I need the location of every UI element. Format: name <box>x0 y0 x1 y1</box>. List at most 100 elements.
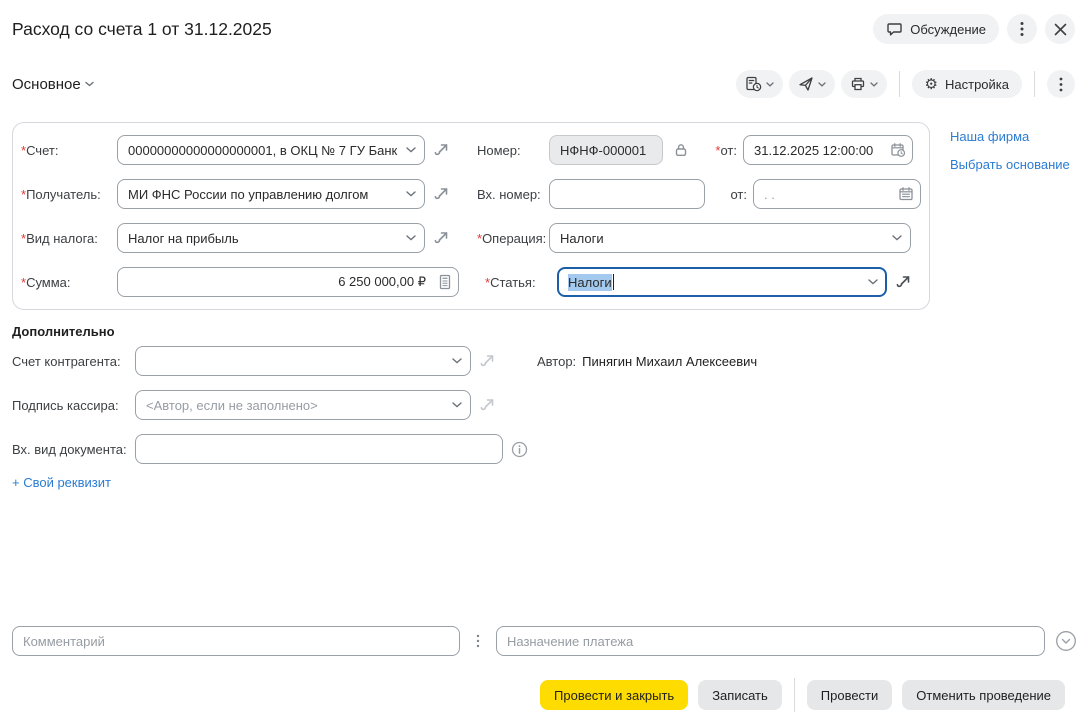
chevron-down-icon[interactable] <box>868 279 878 285</box>
account-combo <box>117 135 425 165</box>
title-bar: Расход со счета 1 от 31.12.2025 Обсужден… <box>0 0 1089 44</box>
chevron-down-icon[interactable] <box>406 147 416 153</box>
custom-field-row: + Свой реквизит <box>12 475 1089 490</box>
open-account-icon[interactable] <box>433 142 451 158</box>
amount-input[interactable] <box>117 267 459 297</box>
comment-input[interactable] <box>12 626 460 656</box>
payment-purpose-input[interactable] <box>496 626 1045 656</box>
article-combo: Налоги <box>557 267 887 297</box>
incoming-number-input[interactable] <box>549 179 705 209</box>
title-bar-actions: Обсуждение <box>873 14 1075 44</box>
counterparty-account-input[interactable] <box>135 346 471 376</box>
calculator-icon[interactable] <box>438 274 452 290</box>
undo-posting-button[interactable]: Отменить проведение <box>902 680 1065 710</box>
chevron-down-icon <box>766 82 774 87</box>
chevron-down-icon[interactable] <box>452 358 462 364</box>
payment-purpose-combo <box>496 626 1045 656</box>
counterparty-account-label: Счет контрагента: <box>12 354 135 369</box>
choose-basis-link[interactable]: Выбрать основание <box>950 157 1070 172</box>
form-row: *Вид налога: *Операция: <box>21 216 929 260</box>
open-counterparty-account-icon[interactable] <box>479 353 497 369</box>
additional-section: Дополнительно Счет контрагента: Автор: П… <box>0 324 1089 490</box>
calendar-clock-icon[interactable] <box>890 142 906 158</box>
expand-chevron-circle-icon[interactable] <box>1055 630 1077 652</box>
paper-plane-icon <box>798 76 814 92</box>
close-button[interactable] <box>1045 14 1075 44</box>
print-button[interactable] <box>841 70 887 98</box>
author-label: Автор: <box>537 354 576 369</box>
incoming-doc-type-input[interactable] <box>135 434 503 464</box>
counterparty-account-combo <box>135 346 471 376</box>
chevron-down-icon <box>85 81 94 87</box>
chevron-down-icon <box>818 82 826 87</box>
payee-combo <box>117 179 425 209</box>
payee-input[interactable] <box>117 179 425 209</box>
footer-inputs <box>12 626 1077 656</box>
open-article-icon[interactable] <box>895 274 913 290</box>
vertical-dots-icon <box>1020 21 1024 37</box>
date-label: *от: <box>703 143 737 158</box>
chevron-down-icon[interactable] <box>452 402 462 408</box>
post-button[interactable]: Провести <box>807 680 893 710</box>
operation-input[interactable] <box>549 223 911 253</box>
form-row: Счет контрагента: Автор: Пинягин Михаил … <box>12 339 1089 383</box>
side-links: Наша фирма Выбрать основание <box>950 122 1070 172</box>
discussion-label: Обсуждение <box>910 22 986 37</box>
post-and-close-button[interactable]: Провести и закрыть <box>540 680 688 710</box>
section-selector[interactable]: Основное <box>12 76 94 93</box>
amount-label: *Сумма: <box>21 275 117 290</box>
tax-type-combo <box>117 223 425 253</box>
additional-heading: Дополнительно <box>12 324 1089 339</box>
number-label: Номер: <box>477 143 549 158</box>
our-company-link[interactable]: Наша фирма <box>950 129 1070 144</box>
chevron-down-icon[interactable] <box>406 191 416 197</box>
comment-menu-button[interactable] <box>460 634 496 648</box>
vertical-dots-icon <box>476 634 480 648</box>
gear-icon: ⚙ <box>925 77 938 92</box>
chevron-down-icon[interactable] <box>892 235 902 241</box>
create-based-on-button[interactable] <box>736 70 783 98</box>
form-row: *Сумма: *Статья: Налоги <box>21 260 929 304</box>
article-label: *Статья: <box>485 275 557 290</box>
author-row: Автор: Пинягин Михаил Алексеевич <box>537 354 757 369</box>
lock-icon <box>673 142 689 158</box>
open-tax-type-icon[interactable] <box>433 230 451 246</box>
open-cashier-signature-icon[interactable] <box>479 397 497 413</box>
section-label: Основное <box>12 76 81 93</box>
comment-combo <box>12 626 460 656</box>
tax-type-input[interactable] <box>117 223 425 253</box>
form-row: Вх. вид документа: <box>12 427 1089 471</box>
printer-icon <box>850 76 866 92</box>
discussion-button[interactable]: Обсуждение <box>873 14 999 44</box>
toolbar-divider <box>1034 71 1035 97</box>
incoming-date-input[interactable] <box>753 179 921 209</box>
incoming-number-label: Вх. номер: <box>477 187 549 202</box>
chevron-down-icon <box>870 82 878 87</box>
save-button[interactable]: Записать <box>698 680 782 710</box>
vertical-dots-icon <box>1059 77 1063 92</box>
text-caret <box>613 274 615 290</box>
settings-button[interactable]: ⚙ Настройка <box>912 70 1022 98</box>
settings-label: Настройка <box>945 77 1009 92</box>
open-payee-icon[interactable] <box>433 186 451 202</box>
document-header-group: *Счет: Номер: *от: <box>12 122 930 310</box>
cashier-signature-input[interactable] <box>135 390 471 420</box>
incoming-doc-type-combo <box>135 434 503 464</box>
footer-buttons: Провести и закрыть Записать Провести Отм… <box>540 678 1065 712</box>
operation-combo <box>549 223 911 253</box>
date-combo <box>743 135 913 165</box>
calendar-icon[interactable] <box>898 186 914 202</box>
info-icon[interactable] <box>511 441 528 458</box>
date-input[interactable] <box>743 135 913 165</box>
amount-combo <box>117 267 459 297</box>
account-input[interactable] <box>117 135 425 165</box>
article-input[interactable]: Налоги <box>557 267 887 297</box>
add-custom-field-link[interactable]: + Свой реквизит <box>12 475 111 490</box>
chevron-down-icon[interactable] <box>406 235 416 241</box>
more-actions-button[interactable] <box>1047 70 1075 98</box>
chat-bubble-icon <box>886 21 903 37</box>
window-menu-button[interactable] <box>1007 14 1037 44</box>
incoming-doc-type-label: Вх. вид документа: <box>12 442 135 457</box>
send-button[interactable] <box>789 70 835 98</box>
buttons-divider <box>794 678 795 712</box>
